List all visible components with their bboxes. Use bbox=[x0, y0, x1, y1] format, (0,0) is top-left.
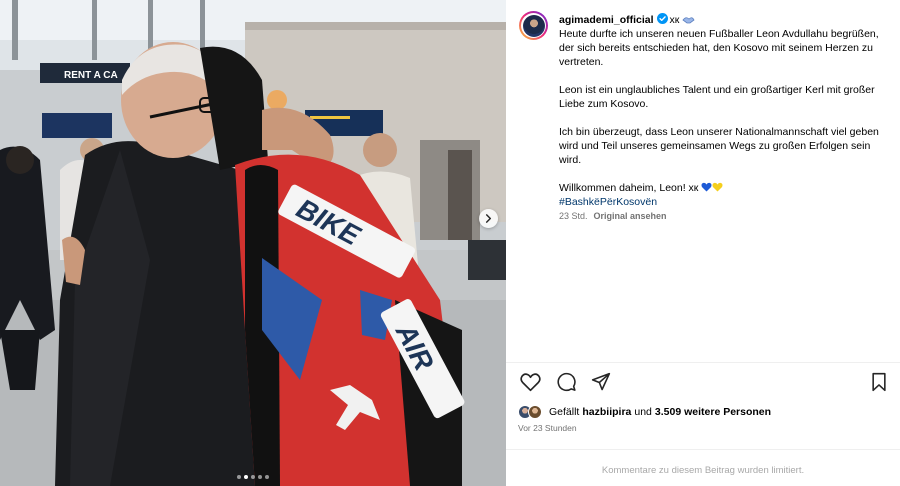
rent-a-car-sign: RENT A CA bbox=[64, 70, 118, 81]
carousel-dot bbox=[237, 475, 241, 479]
share-icon[interactable] bbox=[591, 372, 611, 392]
heart-icon[interactable] bbox=[520, 372, 541, 392]
blue-heart-icon bbox=[701, 182, 712, 192]
author-username[interactable]: agimademi_official bbox=[559, 14, 654, 26]
author-avatar[interactable] bbox=[519, 11, 548, 40]
comments-limited-notice: Kommentare zu diesem Beitrag wurden limi… bbox=[601, 465, 805, 476]
caption-paragraph-4: Willkommen daheim, Leon! xк bbox=[559, 182, 699, 194]
likes-count[interactable]: 3.509 weitere Personen bbox=[655, 406, 771, 418]
airport-hug-photo: RENT A CA BIKE AIR bbox=[0, 0, 506, 486]
likes-user[interactable]: hazbiipira bbox=[582, 406, 631, 418]
bookmark-icon[interactable] bbox=[870, 372, 888, 392]
chevron-right-icon bbox=[485, 214, 492, 223]
comments-divider bbox=[506, 449, 900, 450]
carousel-dot bbox=[265, 475, 269, 479]
likes-middle: und bbox=[634, 406, 652, 418]
see-original-link[interactable]: Original ansehen bbox=[594, 211, 667, 221]
likes-summary: Gefällt hazbiipira und 3.509 weitere Per… bbox=[518, 404, 771, 420]
carousel-dot bbox=[251, 475, 255, 479]
handshake-icon bbox=[682, 17, 695, 24]
caption-paragraph-3: Ich bin überzeugt, dass Leon unserer Nat… bbox=[559, 126, 879, 166]
comment-icon[interactable] bbox=[556, 372, 577, 392]
post-photo[interactable]: RENT A CA BIKE AIR bbox=[0, 0, 506, 486]
verified-icon bbox=[656, 13, 668, 24]
hashtag-link[interactable]: #BashkëPërKosovën bbox=[559, 195, 895, 209]
caption-paragraph-2: Leon ist ein unglaubliches Talent und ei… bbox=[559, 84, 875, 110]
post-details: agimademi_official xк Heute durfte ich un… bbox=[506, 0, 900, 486]
carousel-dot bbox=[244, 475, 248, 479]
carousel-indicator bbox=[0, 475, 506, 479]
carousel-next-button[interactable] bbox=[479, 209, 498, 228]
username-suffix: xк bbox=[669, 14, 680, 26]
yellow-heart-icon bbox=[712, 182, 723, 192]
likes-prefix: Gefällt bbox=[549, 406, 580, 418]
caption: agimademi_official xк Heute durfte ich un… bbox=[559, 13, 895, 223]
actions-divider bbox=[506, 362, 900, 363]
caption-area: agimademi_official xк Heute durfte ich un… bbox=[506, 0, 900, 362]
caption-age: 23 Std. bbox=[559, 211, 588, 221]
liker-avatars bbox=[518, 404, 546, 420]
caption-line-1: Heute durfte ich unseren neuen Fußballer… bbox=[559, 28, 879, 68]
carousel-dot bbox=[258, 475, 262, 479]
action-bar bbox=[518, 372, 890, 394]
post-timestamp: Vor 23 Stunden bbox=[518, 423, 577, 433]
